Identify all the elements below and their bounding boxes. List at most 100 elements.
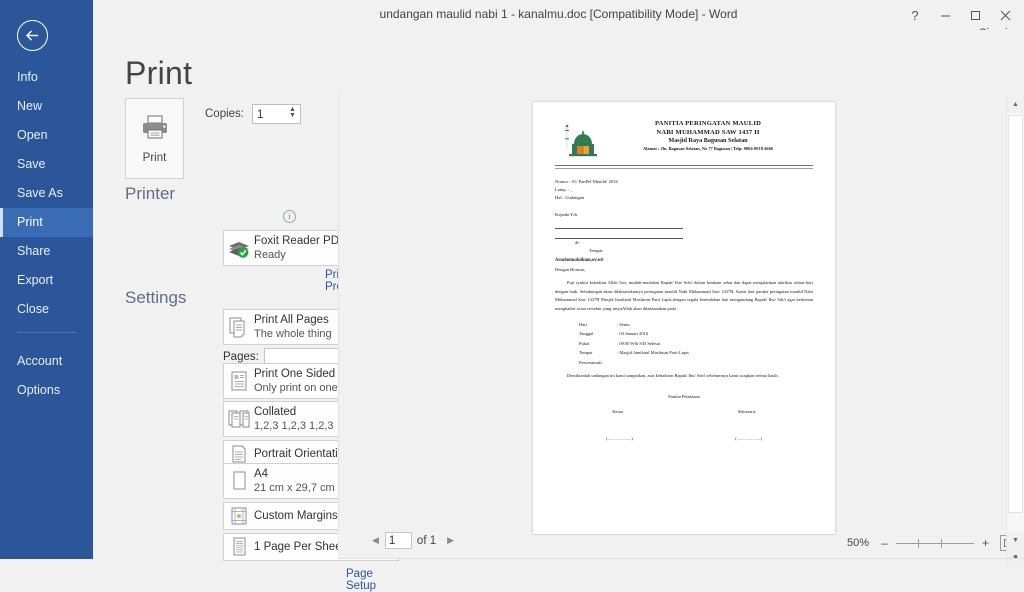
letterhead-line-2: NABI MUHAMMAD SAW 1437 H bbox=[656, 128, 760, 136]
copies-spin-arrows[interactable]: ▲ ▼ bbox=[286, 105, 299, 121]
sidebar-item-info[interactable]: Info bbox=[0, 63, 93, 92]
print-button-label: Print bbox=[142, 151, 167, 164]
print-settings-pane: Print Print Copies: 1 ▲ ▼ Printer i Foxi… bbox=[93, 30, 438, 592]
close-button[interactable] bbox=[990, 2, 1020, 28]
detail-row: Penceramah : bbox=[579, 358, 813, 367]
letterhead-text: PANITIA PERINGATAN MAULID NABI MUHAMMAD … bbox=[601, 120, 813, 152]
rail-divider bbox=[17, 332, 76, 333]
detail-row: Pukul: 09.00 Wib S/D Selesai bbox=[579, 339, 813, 348]
title-bar: undangan maulid nabi 1 - kanalmu.doc [Co… bbox=[93, 0, 1024, 40]
doc-kepada: Kepada Yth. bbox=[555, 212, 579, 217]
sidebar-item-open[interactable]: Open bbox=[0, 121, 93, 150]
pane-divider bbox=[338, 92, 339, 532]
letterhead-rule bbox=[555, 165, 813, 169]
detail-key: Pukul bbox=[579, 340, 590, 346]
sign-line-left: (.....................) bbox=[606, 436, 633, 442]
doc-closing: Demikianlah undangan ini kami sampaikan,… bbox=[555, 372, 813, 380]
sign-line-right: (.....................) bbox=[735, 436, 762, 442]
zoom-slider-track bbox=[896, 543, 974, 544]
backstage-nav-rail: Info New Open Save Save As Print Share E… bbox=[0, 0, 93, 559]
document-page-preview[interactable]: PANITIA PERINGATAN MAULID NABI MUHAMMAD … bbox=[533, 102, 835, 534]
window-controls: ? bbox=[900, 0, 1020, 30]
detail-key: Tanggal bbox=[579, 331, 594, 337]
doc-sign-roles: Ketua Sekretaris bbox=[555, 409, 813, 414]
mosque-logo-icon bbox=[555, 120, 601, 162]
sidebar-item-close[interactable]: Close bbox=[0, 295, 93, 324]
sidebar-item-save-as[interactable]: Save As bbox=[0, 179, 93, 208]
document-content: PANITIA PERINGATAN MAULID NABI MUHAMMAD … bbox=[533, 102, 835, 534]
one-sided-icon bbox=[224, 370, 254, 392]
scroll-up-button[interactable]: ▲ bbox=[1007, 96, 1024, 113]
letterhead-line-3: Masjid Raya Bagusan Selatan bbox=[668, 137, 748, 145]
detail-key: Hari bbox=[579, 322, 587, 328]
sidebar-item-new[interactable]: New bbox=[0, 92, 93, 121]
back-arrow-icon[interactable] bbox=[17, 20, 48, 51]
role-ketua: Ketua bbox=[612, 409, 624, 415]
zoom-percent-label[interactable]: 50% bbox=[847, 537, 869, 549]
zoom-slider-thumb[interactable] bbox=[918, 539, 919, 548]
doc-lamp: Lamp. : _ bbox=[555, 187, 573, 192]
help-button[interactable]: ? bbox=[900, 2, 930, 28]
collated-icon bbox=[224, 408, 254, 430]
doc-closing-text: Demikianlah undangan ini kami sampaikan,… bbox=[567, 373, 779, 379]
letterhead-address: Alamat : Jln. Bagusan Selatan, No 77 Bag… bbox=[642, 145, 774, 151]
detail-key: Penceramah : bbox=[579, 359, 604, 365]
next-page-button[interactable]: ▶ bbox=[441, 535, 460, 546]
zoom-out-button[interactable]: – bbox=[878, 536, 891, 550]
recipient-line-1 bbox=[555, 219, 683, 229]
copies-label: Copies: bbox=[205, 108, 244, 120]
print-button[interactable]: Print bbox=[125, 98, 184, 179]
detail-row: Hari: Senin bbox=[579, 320, 813, 329]
orientation-icon bbox=[224, 444, 254, 464]
spin-down-icon[interactable]: ▼ bbox=[289, 112, 296, 119]
zoom-controls: 50% – + bbox=[847, 535, 1016, 551]
page-setup-link[interactable]: Page Setup bbox=[346, 568, 376, 592]
zoom-slider[interactable] bbox=[896, 537, 974, 549]
detail-key: Tempat bbox=[579, 350, 593, 356]
margins-icon bbox=[224, 506, 254, 526]
sidebar-item-export[interactable]: Export bbox=[0, 266, 93, 295]
pages-label: Pages: bbox=[223, 351, 259, 363]
detail-value: : 04 Januari 2016 bbox=[617, 331, 649, 337]
maximize-button[interactable] bbox=[960, 2, 990, 28]
scroll-down-button[interactable]: ▼ bbox=[1007, 532, 1024, 549]
role-sekretaris: Sekretaris bbox=[737, 409, 756, 415]
paper-size-icon bbox=[224, 470, 254, 492]
recipient-line-2 bbox=[555, 229, 683, 239]
printer-info-icon[interactable]: i bbox=[283, 210, 296, 223]
doc-di: di- bbox=[575, 240, 581, 245]
doc-tempat: Tempat bbox=[589, 248, 603, 253]
doc-committee: Panitia Pelaksana bbox=[668, 394, 700, 400]
document-meta: Nomor : 01/ PanPel-Maulid/ 2016 Lamp. : … bbox=[555, 178, 813, 202]
sidebar-item-options[interactable]: Options bbox=[0, 376, 93, 405]
sidebar-item-print[interactable]: Print bbox=[0, 208, 93, 237]
copies-stepper[interactable]: ▲ ▼ bbox=[252, 104, 301, 124]
copies-input[interactable] bbox=[253, 107, 288, 123]
sidebar-item-share[interactable]: Share bbox=[0, 237, 93, 266]
window-title: undangan maulid nabi 1 - kanalmu.doc [Co… bbox=[379, 7, 738, 21]
printer-icon bbox=[140, 114, 170, 145]
zoom-slider-tick bbox=[941, 539, 942, 548]
word-print-backstage: undangan maulid nabi 1 - kanalmu.doc [Co… bbox=[0, 0, 1024, 592]
previous-page-button[interactable]: ◀ bbox=[366, 535, 385, 546]
sidebar-item-account[interactable]: Account bbox=[0, 347, 93, 376]
page-number-input[interactable] bbox=[384, 532, 412, 549]
pages-icon bbox=[224, 316, 254, 338]
doc-dengan-hormat: Dengan Hormat, bbox=[555, 267, 585, 272]
preview-scrollbar[interactable]: ▲ ▼ ■ bbox=[1006, 96, 1024, 566]
print-button-wrap: Print bbox=[125, 98, 184, 179]
doc-nomor: Nomor : 01/ PanPel-Maulid/ 2016 bbox=[555, 179, 618, 184]
document-recipient: Kepada Yth. di- Tempat bbox=[555, 211, 813, 255]
doc-sign-lines: (.....................) (...............… bbox=[555, 436, 813, 441]
minimize-button[interactable] bbox=[930, 2, 960, 28]
printer-ready-icon bbox=[224, 237, 254, 259]
scrollbar-thumb[interactable] bbox=[1008, 115, 1023, 513]
detail-row: Tempat: Masjid Jamilatul Muslimin Parit … bbox=[579, 348, 813, 357]
sidebar-item-save[interactable]: Save bbox=[0, 150, 93, 179]
doc-body-text: Puji syukur kehadirat Allah Swt, mudah-m… bbox=[555, 280, 813, 311]
pages-per-sheet-icon bbox=[224, 536, 254, 558]
print-preview-pane: PANITIA PERINGATAN MAULID NABI MUHAMMAD … bbox=[338, 30, 1024, 566]
page-title: Print bbox=[125, 55, 193, 91]
settings-section-title: Settings bbox=[125, 288, 187, 307]
zoom-in-button[interactable]: + bbox=[979, 536, 992, 550]
